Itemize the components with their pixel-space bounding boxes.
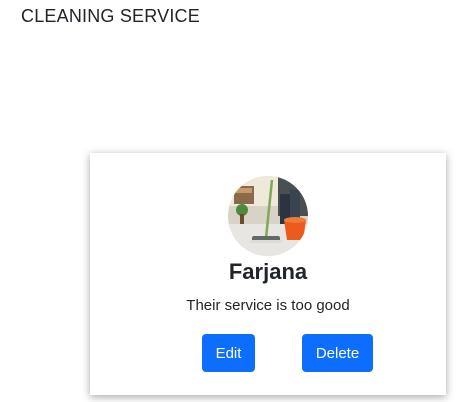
reviewer-avatar — [228, 176, 308, 256]
review-text: Their service is too good — [186, 297, 350, 314]
page-title: CLEANING SERVICE — [21, 6, 200, 26]
delete-button[interactable]: Delete — [302, 334, 373, 372]
edit-button[interactable]: Edit — [202, 334, 255, 372]
cleaning-photo-icon — [228, 176, 308, 256]
review-card: Farjana Their service is too good Edit D… — [90, 153, 446, 395]
reviewer-name: Farjana — [228, 259, 308, 284]
